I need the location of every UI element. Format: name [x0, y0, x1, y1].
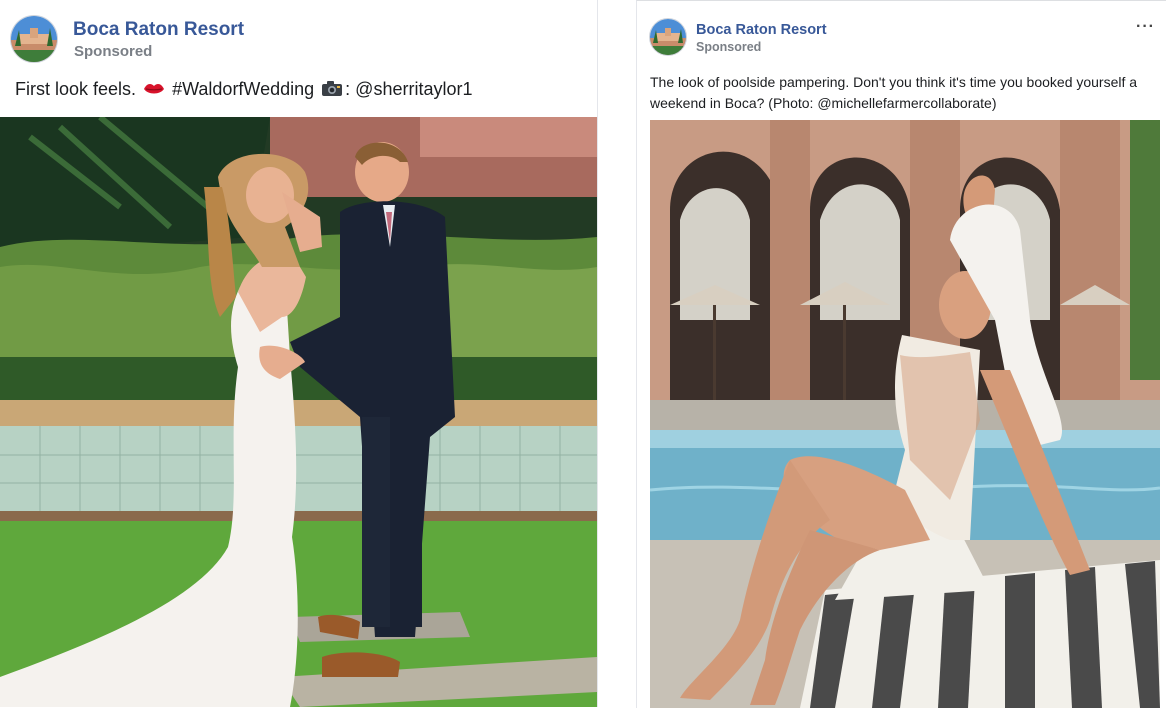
- post-photo-wedding[interactable]: [0, 117, 597, 707]
- page-name-link[interactable]: Boca Raton Resort: [73, 19, 244, 41]
- camera-emoji-icon: [321, 80, 343, 102]
- hashtag-link[interactable]: #WaldorfWedding: [172, 79, 314, 99]
- more-options-icon[interactable]: ···: [1136, 18, 1155, 36]
- caption-text: First look feels.: [15, 79, 137, 99]
- page-avatar[interactable]: [10, 15, 58, 63]
- post-caption: The look of poolside pampering. Don't yo…: [650, 74, 1138, 111]
- page-name-link[interactable]: Boca Raton Resort: [696, 22, 827, 38]
- sponsored-label[interactable]: Sponsored: [696, 40, 761, 54]
- post-caption: First look feels. #WaldorfWedding : @she…: [15, 79, 472, 102]
- column-divider: [597, 0, 598, 707]
- sponsored-post-pool: Boca Raton Resort Sponsored ··· The look…: [636, 0, 1166, 708]
- page-avatar[interactable]: [649, 18, 687, 56]
- photo-credit[interactable]: : @sherritaylor1: [345, 79, 472, 99]
- sponsored-post-wedding: Boca Raton Resort Sponsored First look f…: [0, 0, 597, 707]
- lips-emoji-icon: [143, 81, 165, 102]
- post-photo-pool[interactable]: [650, 120, 1160, 708]
- sponsored-label[interactable]: Sponsored: [74, 43, 152, 60]
